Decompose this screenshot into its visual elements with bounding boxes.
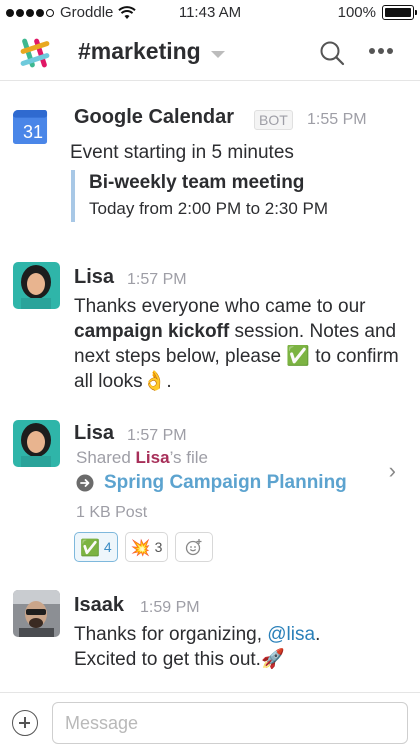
avatar[interactable] — [13, 590, 60, 637]
text-part: . — [315, 624, 321, 645]
slack-logo-icon[interactable] — [18, 36, 52, 70]
check-emoji-icon: ✅ — [80, 537, 100, 557]
arrow-right-circle-icon — [76, 474, 94, 492]
battery-percent: 100% — [337, 4, 376, 21]
channel-title[interactable]: #marketing — [78, 38, 225, 65]
status-bar: Groddle 11:43 AM 100% — [0, 0, 420, 26]
file-link[interactable]: Spring Campaign Planning — [76, 472, 347, 494]
file-name: Spring Campaign Planning — [104, 472, 347, 493]
text-part: Excited to get this out. — [74, 649, 261, 670]
shared-file-note: Shared Lisa’s file — [76, 448, 208, 468]
author-name[interactable]: Google Calendar — [74, 106, 234, 129]
text-part: . — [166, 371, 172, 392]
channel-header: #marketing — [0, 26, 420, 81]
text-part: Shared — [76, 448, 136, 467]
message-composer — [0, 692, 420, 751]
author-name[interactable]: Isaak — [74, 594, 124, 617]
reaction-count: 3 — [154, 539, 163, 555]
chevron-right-icon[interactable]: › — [389, 458, 396, 484]
message-time: 1:59 PM — [140, 599, 200, 616]
channel-name: #marketing — [78, 38, 201, 64]
chevron-down-icon — [210, 51, 225, 58]
message-time: 1:57 PM — [127, 271, 187, 288]
calendar-day: 31 — [22, 122, 44, 142]
battery-group: 100% — [337, 4, 417, 21]
reaction-collision[interactable]: 💥 3 — [124, 532, 169, 562]
bold-text: campaign kickoff — [74, 321, 230, 342]
file-owner[interactable]: Lisa — [136, 448, 170, 467]
check-emoji-icon: ✅ — [286, 345, 310, 367]
file-meta: 1 KB Post — [76, 504, 148, 521]
bot-badge: BOT — [254, 110, 293, 130]
event-title: Bi-weekly team meeting — [89, 172, 305, 193]
message-text: Thanks everyone who came to our campaign… — [74, 294, 404, 394]
add-reaction-button[interactable] — [175, 532, 214, 562]
message-input[interactable] — [52, 702, 408, 744]
ok-hand-emoji-icon: 👌 — [142, 370, 167, 392]
more-options-icon[interactable] — [369, 48, 393, 54]
message-text: Thanks for organizing, @lisa. Excited to… — [74, 622, 404, 672]
message-time: 1:55 PM — [307, 111, 367, 128]
text-part: Thanks for organizing, — [74, 624, 268, 645]
add-reaction-icon — [186, 539, 202, 556]
reaction-count: 4 — [103, 539, 112, 555]
text-part: Thanks everyone who came to our — [74, 296, 366, 317]
message-text: Event starting in 5 minutes — [70, 142, 294, 163]
message-time: 1:57 PM — [127, 427, 187, 444]
lisa-photo — [13, 420, 60, 467]
avatar[interactable] — [13, 262, 60, 309]
lisa-photo — [13, 262, 60, 309]
avatar[interactable] — [13, 420, 60, 467]
search-icon[interactable] — [319, 40, 345, 66]
text-part: ’s file — [169, 448, 209, 467]
reactions: ✅ 4 💥 3 — [74, 532, 214, 562]
event-time-range: Today from 2:00 PM to 2:30 PM — [89, 199, 329, 218]
user-mention[interactable]: @lisa — [267, 624, 315, 645]
add-attachment-icon[interactable] — [12, 710, 38, 736]
author-name[interactable]: Lisa — [74, 422, 114, 445]
isaak-photo — [13, 590, 60, 637]
collision-emoji-icon: 💥 — [130, 537, 151, 557]
battery-icon — [382, 5, 417, 20]
rocket-emoji-icon: 🚀 — [260, 648, 285, 670]
event-attachment[interactable]: Bi-weekly team meeting Today from 2:00 P… — [71, 170, 328, 222]
author-name[interactable]: Lisa — [74, 266, 114, 289]
reaction-check[interactable]: ✅ 4 — [74, 532, 118, 562]
